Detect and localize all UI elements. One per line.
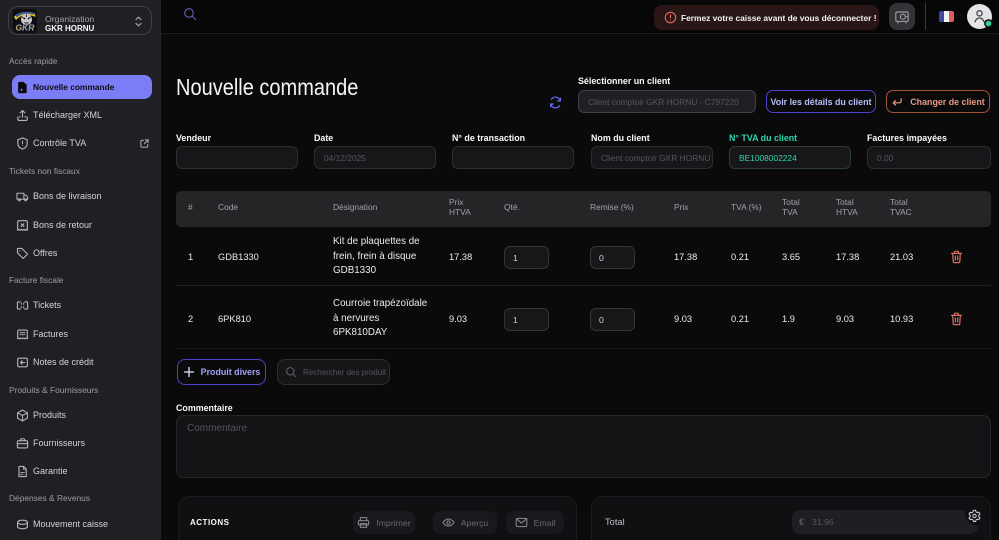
- svg-text:GKR: GKR: [16, 23, 36, 33]
